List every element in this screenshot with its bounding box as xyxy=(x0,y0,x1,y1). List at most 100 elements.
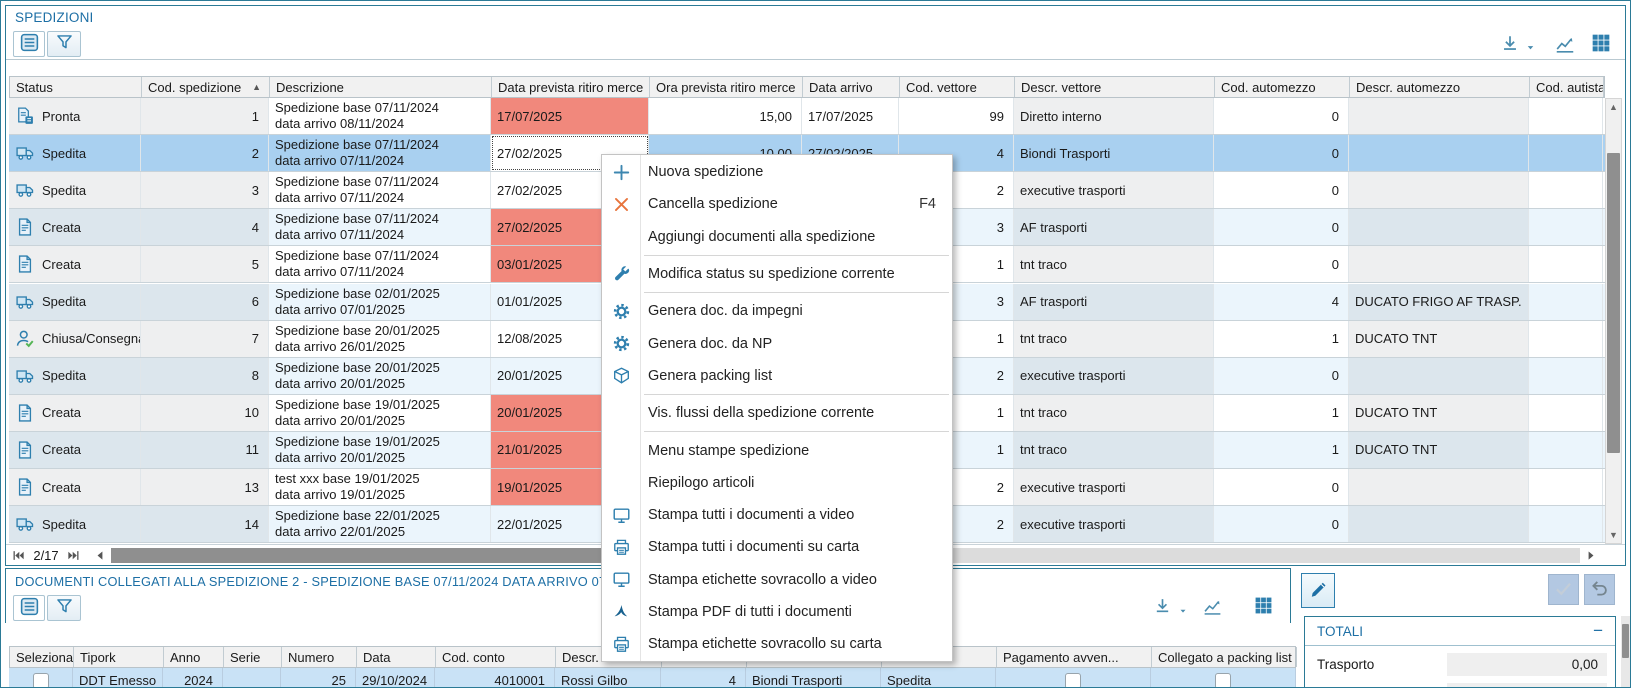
checkbox[interactable] xyxy=(33,673,49,688)
column-header-cod-vettore[interactable]: Cod. vettore xyxy=(900,77,1015,97)
download-caret-button[interactable] xyxy=(1178,604,1188,619)
menu-item-stampa-pdf-di-tutti-i-documenti[interactable]: Stampa PDF di tutti i documenti xyxy=(602,596,952,628)
cell-cod-spedizione: 8 xyxy=(141,358,269,394)
cell-descrizione: Spedizione base 20/01/2025data arrivo 20… xyxy=(269,358,491,394)
cell-status: Creata xyxy=(9,395,141,431)
menu-item-vis-flussi-della-spedizione-corrente[interactable]: Vis. flussi della spedizione corrente xyxy=(602,397,952,429)
minimize-button[interactable]: − xyxy=(1593,621,1603,641)
totali-value-field[interactable]: 0,00 xyxy=(1447,683,1607,688)
column-header-tipork[interactable]: Tipork xyxy=(74,647,164,667)
edit-button[interactable] xyxy=(1301,573,1335,608)
cell-cod-automezzo: 1 xyxy=(1214,321,1349,357)
column-header-serie[interactable]: Serie xyxy=(224,647,282,667)
column-header-data[interactable]: Data xyxy=(357,647,436,667)
document-row[interactable]: DDT Emesso20242529/10/20244010001Rossi G… xyxy=(9,668,1296,688)
column-header-descrizione[interactable]: Descrizione xyxy=(270,77,492,97)
column-header-cod-automezzo[interactable]: Cod. automezzo xyxy=(1215,77,1350,97)
menu-item-label: Modifica status su spedizione corrente xyxy=(640,266,895,282)
column-header-data-prevista-ritiro-merce[interactable]: Data prevista ritiro merce xyxy=(492,77,650,97)
column-header-status[interactable]: Status xyxy=(10,77,142,97)
export-download-button[interactable] xyxy=(1152,596,1173,620)
scroll-right-button[interactable] xyxy=(1582,549,1599,562)
column-header-cod-conto[interactable]: Cod. conto xyxy=(436,647,556,667)
check-icon xyxy=(1553,578,1574,602)
last-page-button[interactable] xyxy=(65,549,82,562)
document-icon xyxy=(15,254,35,274)
menu-item-stampa-tutti-i-documenti-su-carta[interactable]: Stampa tutti i documenti su carta xyxy=(602,531,952,563)
column-header-cod-autista[interactable]: Cod. autista xyxy=(1530,77,1604,97)
menu-item-nuova-spedizione[interactable]: Nuova spedizione xyxy=(602,156,952,188)
scroll-down-button[interactable]: ▼ xyxy=(1606,527,1621,543)
column-header-data-arrivo[interactable]: Data arrivo xyxy=(803,77,900,97)
menu-item-stampa-etichette-sovracollo-a-video[interactable]: Stampa etichette sovracollo a video xyxy=(602,564,952,596)
monitor-icon xyxy=(602,506,640,525)
column-header-pagamento-avven[interactable]: Pagamento avven... xyxy=(997,647,1152,667)
menu-item-label: Stampa tutti i documenti a video xyxy=(640,507,854,523)
chart-view-button[interactable] xyxy=(1554,33,1576,58)
cell-descr-automezzo: DUCATO TNT xyxy=(1349,432,1529,468)
horizontal-scroll-thumb[interactable] xyxy=(111,548,611,563)
totali-scroll-thumb[interactable] xyxy=(1622,624,1629,658)
filter-button[interactable] xyxy=(47,595,81,621)
column-header-ora-prevista-ritiro-merce[interactable]: Ora prevista ritiro merce xyxy=(650,77,803,97)
app-window: SPEDIZIONI StatusCod. spedizione▲Descriz… xyxy=(0,0,1631,688)
export-download-button[interactable] xyxy=(1499,33,1521,58)
cell-tipork: DDT Emesso xyxy=(73,668,163,688)
scroll-up-button[interactable]: ▲ xyxy=(1606,99,1621,115)
confirm-button[interactable] xyxy=(1548,574,1579,605)
monitor-icon xyxy=(602,570,640,589)
cell-descr-vettore: Biondi Trasporti xyxy=(1014,135,1214,171)
menu-item-genera-packing-list[interactable]: Genera packing list xyxy=(602,360,952,392)
vertical-scrollbar[interactable]: ▲ ▼ xyxy=(1605,98,1622,544)
column-header-cod-spedizione[interactable]: Cod. spedizione▲ xyxy=(142,77,270,97)
cell-seleziona xyxy=(9,668,73,688)
checkbox[interactable] xyxy=(1065,673,1081,688)
menu-item-modifica-status-su-spedizione-corrente[interactable]: Modifica status su spedizione corrente xyxy=(602,258,952,290)
column-header-collegato-a-packing-list[interactable]: Collegato a packing list xyxy=(1152,647,1297,667)
cell-numero: 25 xyxy=(281,668,356,688)
menu-item-cancella-spedizione[interactable]: Cancella spedizioneF4 xyxy=(602,188,952,220)
grid-view-button[interactable] xyxy=(1591,33,1611,56)
document-icon xyxy=(15,403,35,423)
cell-data: 29/10/2024 xyxy=(356,668,435,688)
cell-status: Creata xyxy=(9,209,141,245)
menu-item-menu-stampe-spedizione[interactable]: Menu stampe spedizione xyxy=(602,434,952,466)
download-icon xyxy=(1499,33,1521,58)
menu-item-stampa-etichette-sovracollo-su-carta[interactable]: Stampa etichette sovracollo su carta xyxy=(602,628,952,660)
list-view-button[interactable] xyxy=(13,595,45,621)
column-header-anno[interactable]: Anno xyxy=(164,647,224,667)
chart-view-button[interactable] xyxy=(1202,596,1223,620)
menu-item-riepilogo-articoli[interactable]: Riepilogo articoli xyxy=(602,467,952,499)
menu-item-genera-doc-da-np[interactable]: Genera doc. da NP xyxy=(602,327,952,359)
checkbox[interactable] xyxy=(1215,673,1231,688)
list-view-button[interactable] xyxy=(13,31,45,57)
menu-item-genera-doc-da-impegni[interactable]: Genera doc. da impegni xyxy=(602,295,952,327)
first-page-button[interactable] xyxy=(10,549,27,562)
filter-button[interactable] xyxy=(47,31,81,57)
scroll-left-button[interactable] xyxy=(92,549,109,562)
grid-icon-button[interactable] xyxy=(1254,596,1273,618)
totali-title: TOTALI xyxy=(1317,624,1363,639)
menu-item-stampa-tutti-i-documenti-a-video[interactable]: Stampa tutti i documenti a video xyxy=(602,499,952,531)
column-header-descr-vettore[interactable]: Descr. vettore xyxy=(1015,77,1215,97)
shipment-row-1[interactable]: Pronta1Spedizione base 07/11/2024data ar… xyxy=(9,98,1605,135)
cell-descr-vettore: Diretto interno xyxy=(1014,98,1214,134)
menu-item-label: Genera doc. da impegni xyxy=(640,303,803,319)
column-header-seleziona[interactable]: Seleziona xyxy=(10,647,74,667)
vertical-scroll-thumb[interactable] xyxy=(1607,153,1620,453)
cell-descr-vettore: Biondi Trasporti xyxy=(746,668,881,688)
column-header-descr-automezzo[interactable]: Descr. automezzo xyxy=(1350,77,1530,97)
totali-scrollbar[interactable] xyxy=(1621,616,1630,688)
chevron-down-icon xyxy=(1525,41,1536,56)
menu-item-aggiungi-documenti-alla-spedizione[interactable]: Aggiungi documenti alla spedizione xyxy=(602,221,952,253)
spedizioni-titlebar: SPEDIZIONI xyxy=(6,6,1625,30)
menu-separator xyxy=(644,394,949,395)
cell-descr-vettore: tnt traco xyxy=(1014,321,1214,357)
totali-value-field[interactable]: 0,00 xyxy=(1447,653,1607,676)
undo-button[interactable] xyxy=(1584,574,1615,605)
column-header-numero[interactable]: Numero xyxy=(282,647,357,667)
totali-panel: TOTALI − Trasporto 0,00 Imballo 0,00 xyxy=(1304,616,1616,688)
cell-cod-autista xyxy=(1529,98,1603,134)
download-caret-button[interactable] xyxy=(1525,41,1536,56)
cell-cod-spedizione: 3 xyxy=(141,172,269,208)
